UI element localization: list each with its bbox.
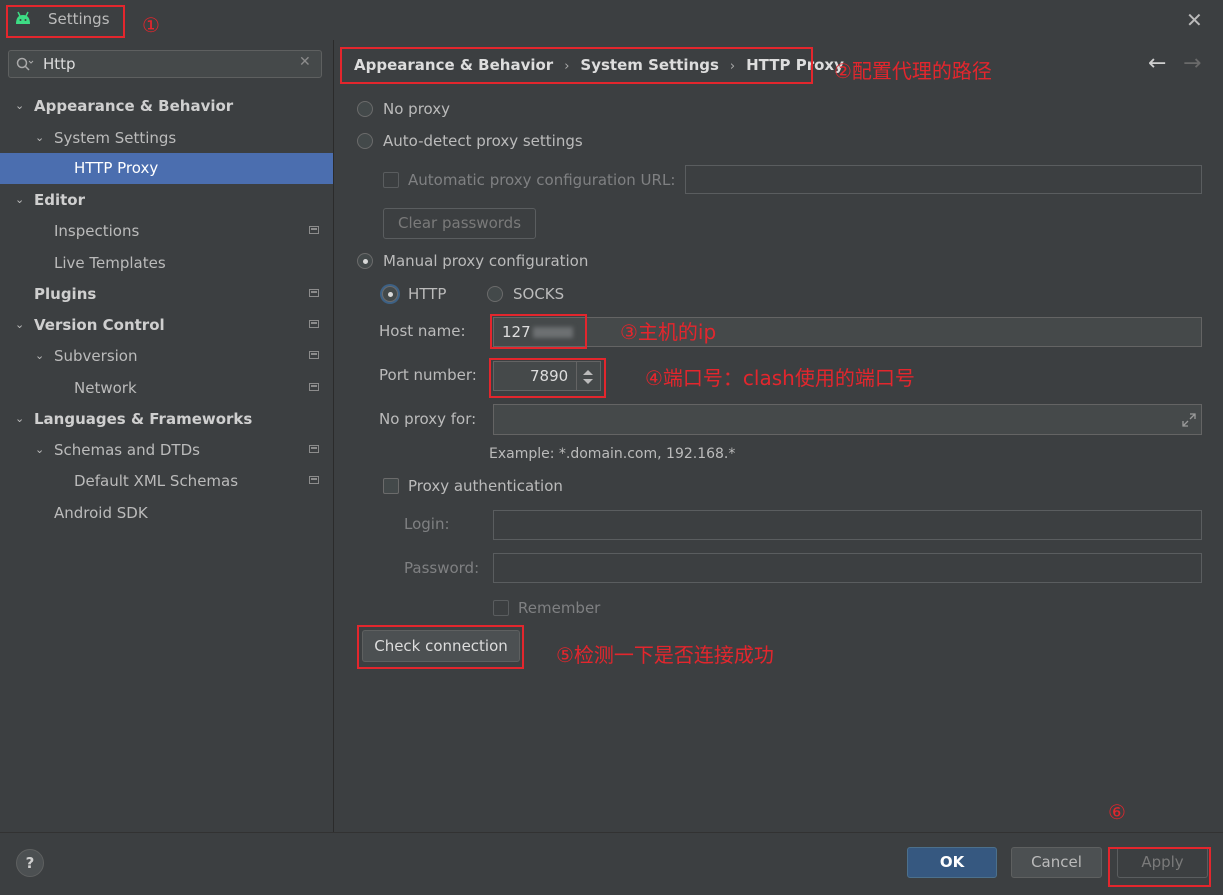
tree-item-android-sdk[interactable]: Android SDK <box>0 498 333 528</box>
tree-item-inspections[interactable]: Inspections <box>0 216 333 246</box>
auto-config-url-input[interactable] <box>685 165 1202 194</box>
project-settings-icon <box>309 351 319 359</box>
clear-passwords-button[interactable]: Clear passwords <box>383 208 536 239</box>
search-field[interactable]: Http ✕ <box>8 50 322 78</box>
tree-item-system-settings[interactable]: ⌄ System Settings <box>0 123 333 153</box>
cancel-button[interactable]: Cancel <box>1011 847 1102 878</box>
search-icon <box>16 57 34 71</box>
annotation-3: ③主机的ip <box>620 320 717 344</box>
host-name-label: Host name: <box>379 322 466 340</box>
clear-search-icon[interactable]: ✕ <box>299 54 311 70</box>
tree-item-default-xml-schemas[interactable]: Default XML Schemas <box>0 466 333 496</box>
no-proxy-label: No proxy <box>383 100 450 118</box>
project-settings-icon <box>309 476 319 484</box>
title-bar <box>0 0 1223 40</box>
chevron-down-icon[interactable]: ⌄ <box>15 185 24 215</box>
project-settings-icon <box>309 383 319 391</box>
annotation-box-breadcrumb <box>340 47 813 84</box>
http-radio[interactable] <box>382 286 398 302</box>
back-arrow-icon[interactable]: ← <box>1148 51 1166 76</box>
close-icon[interactable]: ✕ <box>1186 8 1203 32</box>
annotation-box-port <box>489 358 606 398</box>
no-proxy-for-input[interactable] <box>493 404 1202 435</box>
no-proxy-for-label: No proxy for: <box>379 410 477 428</box>
settings-panel <box>334 40 1223 832</box>
password-label: Password: <box>404 559 480 577</box>
chevron-down-icon[interactable]: ⌄ <box>35 123 44 153</box>
project-settings-icon <box>309 320 319 328</box>
auto-config-url-checkbox[interactable] <box>383 172 399 188</box>
tree-item-schemas-dtds[interactable]: ⌄ Schemas and DTDs <box>0 435 333 465</box>
manual-proxy-label: Manual proxy configuration <box>383 252 589 270</box>
tree-item-languages-frameworks[interactable]: ⌄ Languages & Frameworks <box>0 404 333 434</box>
password-input[interactable] <box>493 553 1202 583</box>
tree-item-appearance-behavior[interactable]: ⌄ Appearance & Behavior <box>0 91 333 121</box>
socks-label: SOCKS <box>513 285 565 303</box>
annotation-box-apply <box>1108 847 1211 887</box>
project-settings-icon <box>309 289 319 297</box>
tree-item-editor[interactable]: ⌄ Editor <box>0 185 333 215</box>
tree-item-plugins[interactable]: Plugins <box>0 279 333 309</box>
annotation-4: ④端口号：clash使用的端口号 <box>645 366 915 390</box>
proxy-auth-label: Proxy authentication <box>408 477 563 495</box>
annotation-box-host <box>490 314 587 349</box>
annotation-box-title <box>6 5 125 38</box>
host-name-input[interactable]: 127 <box>493 317 1202 347</box>
annotation-6: ⑥ <box>1108 800 1126 824</box>
port-number-label: Port number: <box>379 366 477 384</box>
remember-checkbox[interactable] <box>493 600 509 616</box>
proxy-auth-checkbox[interactable] <box>383 478 399 494</box>
remember-label: Remember <box>518 599 601 617</box>
login-label: Login: <box>404 515 450 533</box>
expand-icon[interactable] <box>1182 413 1196 427</box>
chevron-down-icon[interactable]: ⌄ <box>35 435 44 465</box>
tree-item-subversion[interactable]: ⌄ Subversion <box>0 341 333 371</box>
annotation-1: ① <box>142 13 160 37</box>
annotation-2: ②配置代理的路径 <box>834 59 992 83</box>
socks-radio[interactable] <box>487 286 503 302</box>
tree-item-http-proxy[interactable]: HTTP Proxy <box>0 153 333 184</box>
project-settings-icon <box>309 226 319 234</box>
auto-detect-label: Auto-detect proxy settings <box>383 132 583 150</box>
auto-detect-radio[interactable] <box>357 133 373 149</box>
search-input[interactable]: Http <box>43 55 76 73</box>
forward-arrow-icon[interactable]: → <box>1183 51 1201 76</box>
tree-item-live-templates[interactable]: Live Templates <box>0 248 333 278</box>
manual-proxy-radio[interactable] <box>357 253 373 269</box>
chevron-down-icon[interactable]: ⌄ <box>35 341 44 371</box>
chevron-down-icon[interactable]: ⌄ <box>15 91 24 121</box>
chevron-down-icon[interactable]: ⌄ <box>15 404 24 434</box>
http-label: HTTP <box>408 285 447 303</box>
annotation-box-check <box>357 625 524 669</box>
ok-button[interactable]: OK <box>907 847 997 878</box>
auto-config-url-label: Automatic proxy configuration URL: <box>408 171 676 189</box>
tree-item-network[interactable]: Network <box>0 373 333 403</box>
project-settings-icon <box>309 445 319 453</box>
login-input[interactable] <box>493 510 1202 540</box>
help-icon[interactable]: ? <box>16 849 44 877</box>
no-proxy-example: Example: *.domain.com, 192.168.* <box>489 446 736 462</box>
no-proxy-radio[interactable] <box>357 101 373 117</box>
tree-item-version-control[interactable]: ⌄ Version Control <box>0 310 333 340</box>
chevron-down-icon[interactable]: ⌄ <box>15 310 24 340</box>
annotation-5: ⑤检测一下是否连接成功 <box>556 643 774 667</box>
